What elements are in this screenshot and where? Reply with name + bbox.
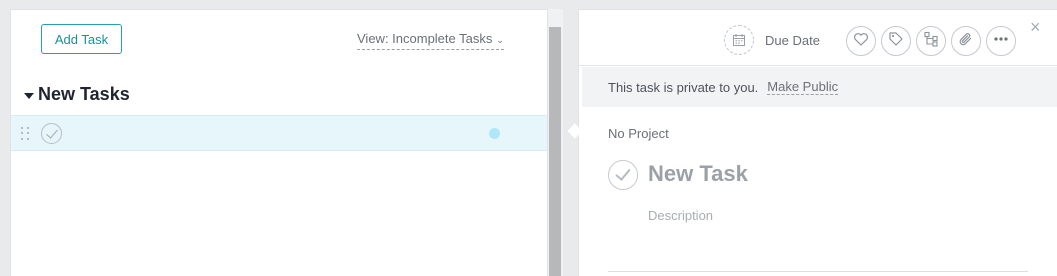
attach-button[interactable] <box>951 26 981 56</box>
task-complete-toggle[interactable] <box>608 160 638 190</box>
subtasks-button[interactable] <box>916 26 946 56</box>
view-filter-dropdown[interactable]: View: Incomplete Tasks ⌄ <box>357 31 504 50</box>
project-selector[interactable]: No Project <box>608 126 669 141</box>
section-header[interactable]: New Tasks <box>24 84 130 105</box>
due-date-label: Due Date <box>765 32 820 48</box>
task-row[interactable] <box>11 115 547 151</box>
description-field[interactable]: Description <box>648 208 713 223</box>
heart-icon <box>853 31 869 52</box>
add-task-button[interactable]: Add Task <box>41 24 122 54</box>
attachment-icon <box>958 31 974 52</box>
like-button[interactable] <box>846 26 876 56</box>
tags-button[interactable] <box>881 26 911 56</box>
subtask-icon <box>923 31 939 52</box>
tag-icon <box>888 31 904 52</box>
unread-dot <box>489 128 500 139</box>
divider <box>608 271 1028 272</box>
privacy-banner: This task is private to you. Make Public <box>582 67 1057 107</box>
checkmark-icon <box>45 125 58 139</box>
details-toolbar: Due Date × <box>579 10 1057 66</box>
section-title: New Tasks <box>38 84 130 104</box>
checkmark-icon <box>615 165 631 181</box>
calendar-icon <box>724 25 754 55</box>
task-complete-checkbox[interactable] <box>41 123 62 144</box>
chevron-down-icon: ⌄ <box>496 35 504 45</box>
more-actions-button[interactable] <box>986 26 1016 56</box>
task-details-pane: Due Date × This task is private to you. … <box>578 9 1057 276</box>
privacy-text: This task is private to you. <box>608 79 759 95</box>
due-date-button[interactable]: Due Date <box>724 25 820 55</box>
scrollbar-thumb[interactable] <box>549 27 561 276</box>
drag-handle-icon[interactable] <box>21 127 31 141</box>
view-filter-label: View: Incomplete Tasks <box>357 31 493 46</box>
task-list-pane: Add Task View: Incomplete Tasks ⌄ New Tas… <box>10 9 548 276</box>
collapse-triangle-icon[interactable] <box>24 92 34 99</box>
close-icon[interactable]: × <box>1030 18 1041 36</box>
more-icon <box>993 31 1009 52</box>
task-name-field[interactable]: New Task <box>648 161 748 187</box>
make-public-link[interactable]: Make Public <box>767 79 839 95</box>
